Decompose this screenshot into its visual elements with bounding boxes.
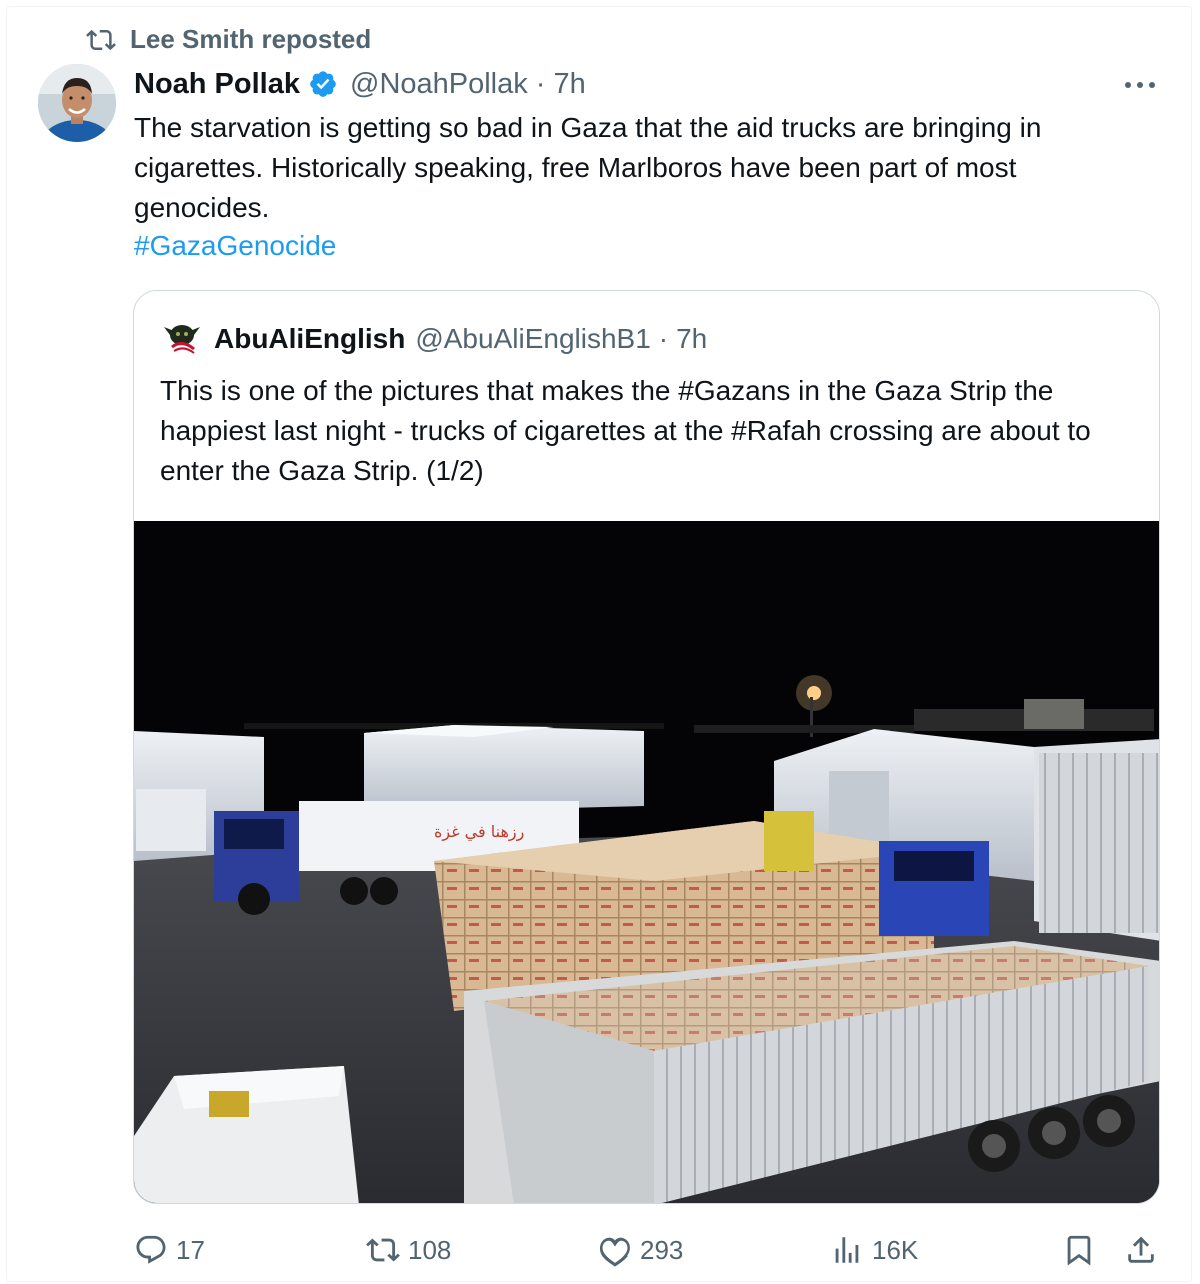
quoted-tweet-text: This is one of the pictures that makes t…: [160, 375, 1091, 486]
quoted-author-name[interactable]: AbuAliEnglish: [214, 323, 405, 355]
like-count: 293: [640, 1234, 684, 1265]
bookmark-icon: [1067, 1235, 1091, 1266]
separator-dot: ·: [535, 67, 546, 100]
share-button[interactable]: [1124, 1228, 1158, 1272]
views-icon: [835, 1237, 859, 1263]
bookmark-button[interactable]: [1062, 1228, 1096, 1272]
tweet-header: Noah Pollak @NoahPollak · 7h: [134, 64, 586, 104]
reply-icon: [136, 1235, 166, 1264]
author-handle[interactable]: @NoahPollak: [350, 68, 528, 101]
avatar[interactable]: [38, 64, 116, 142]
quoted-author-handle[interactable]: @AbuAliEnglishB1: [415, 323, 650, 355]
truck-sign: رزهنا في غزة: [434, 822, 524, 842]
repost-count: 108: [408, 1234, 452, 1265]
reply-count: 17: [176, 1234, 205, 1265]
quoted-timestamp[interactable]: 7h: [676, 323, 707, 355]
repost-label: Lee Smith reposted: [130, 24, 372, 54]
tweet-text: The starvation is getting so bad in Gaza…: [134, 112, 1042, 223]
author-name[interactable]: Noah Pollak: [134, 68, 300, 101]
hashtag-link[interactable]: #GazaGenocide: [134, 226, 336, 266]
quoted-tweet-header: AbuAliEnglish @AbuAliEnglishB1 · 7h: [160, 317, 707, 361]
quoted-photo[interactable]: رزهنا في غزة: [134, 521, 1159, 1203]
action-bar: 17 108 293 16K: [0, 1228, 1200, 1272]
like-button[interactable]: 293: [598, 1228, 683, 1272]
separator-dot: ·: [658, 323, 669, 354]
verified-badge-icon: [310, 71, 336, 97]
timestamp[interactable]: 7h: [553, 68, 585, 101]
repost-icon: [366, 1238, 400, 1262]
repost-icon: [86, 29, 116, 50]
views-count: 16K: [872, 1234, 919, 1265]
heart-icon: [599, 1237, 630, 1267]
repost-button[interactable]: 108: [366, 1228, 451, 1272]
reply-button[interactable]: 17: [134, 1228, 205, 1272]
more-icon: [1125, 82, 1155, 88]
share-icon: [1128, 1236, 1154, 1263]
quoted-avatar[interactable]: [160, 317, 204, 361]
repost-context[interactable]: Lee Smith reposted: [86, 24, 371, 55]
more-options-button[interactable]: [1120, 70, 1160, 100]
quoted-tweet[interactable]: AbuAliEnglish @AbuAliEnglishB1 · 7h This…: [133, 290, 1160, 1204]
views-button[interactable]: 16K: [830, 1228, 918, 1272]
